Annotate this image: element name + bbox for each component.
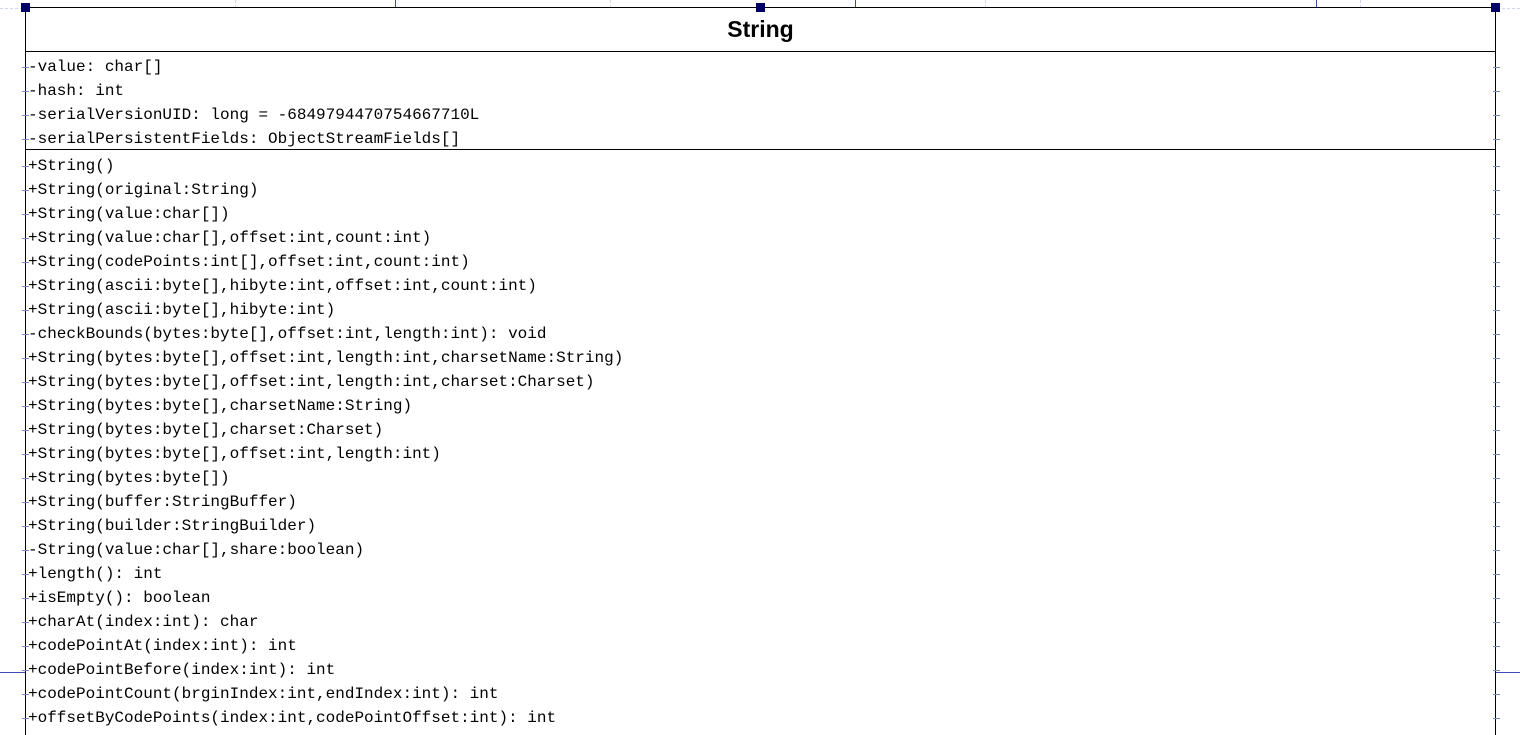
side-tick-mark (1493, 406, 1500, 407)
operation-row[interactable]: +String(bytes:byte[],offset:int,length:i… (26, 346, 1495, 370)
side-tick-mark (22, 262, 29, 263)
side-tick-mark (22, 454, 29, 455)
connector-line-left[interactable] (0, 672, 26, 673)
resize-handle-top-center[interactable] (756, 3, 765, 12)
attribute-row[interactable]: -hash: int (26, 79, 1495, 103)
side-tick-mark (1493, 238, 1500, 239)
side-tick-mark (22, 382, 29, 383)
side-tick-mark (1493, 646, 1500, 647)
operation-row[interactable]: +isEmpty(): boolean (26, 586, 1495, 610)
side-tick-mark (1493, 550, 1500, 551)
side-tick-mark (22, 286, 29, 287)
side-tick-mark (1493, 190, 1500, 191)
attributes-compartment[interactable]: -value: char[] -hash: int -serialVersionUI… (26, 52, 1495, 150)
side-tick-mark (22, 358, 29, 359)
side-tick-mark (1493, 670, 1500, 671)
side-tick-mark (22, 550, 29, 551)
side-tick-mark (1493, 454, 1500, 455)
operation-row[interactable]: +String(buffer:StringBuffer) (26, 490, 1495, 514)
side-tick-mark (1493, 526, 1500, 527)
side-tick-mark (22, 214, 29, 215)
side-tick-mark (22, 115, 29, 116)
operation-row[interactable]: +String(ascii:byte[],hibyte:int) (26, 298, 1495, 322)
side-tick-mark (1493, 430, 1500, 431)
operation-row[interactable]: -checkBounds(bytes:byte[],offset:int,len… (26, 322, 1495, 346)
side-tick-mark (1493, 67, 1500, 68)
side-tick-mark (22, 574, 29, 575)
side-tick-mark (1493, 574, 1500, 575)
side-tick-mark (1493, 286, 1500, 287)
operation-row[interactable]: +charAt(index:int): char (26, 610, 1495, 634)
side-tick-mark (22, 190, 29, 191)
side-tick-mark (22, 139, 29, 140)
side-tick-mark (22, 526, 29, 527)
side-tick-mark (22, 694, 29, 695)
operation-row[interactable]: +codePointAt(index:int): int (26, 634, 1495, 658)
operation-row[interactable]: +String(codePoints:int[],offset:int,coun… (26, 250, 1495, 274)
side-tick-mark (22, 478, 29, 479)
attribute-row[interactable]: -value: char[] (26, 55, 1495, 79)
side-tick-mark (1493, 166, 1500, 167)
side-tick-mark (1493, 358, 1500, 359)
side-tick-mark (1493, 502, 1500, 503)
side-tick-mark (1493, 139, 1500, 140)
diagram-canvas[interactable]: String -value: char[] -hash: int -serialVe… (0, 0, 1520, 735)
attribute-row[interactable]: -serialPersistentFields: ObjectStreamFie… (26, 127, 1495, 151)
operation-row[interactable]: +length(): int (26, 562, 1495, 586)
side-tick-mark (22, 718, 29, 719)
side-tick-mark (1493, 598, 1500, 599)
side-tick-mark (22, 334, 29, 335)
resize-handle-top-left[interactable] (21, 3, 30, 12)
side-tick-mark (1493, 334, 1500, 335)
operation-row[interactable]: +String(bytes:byte[],offset:int,length:i… (26, 370, 1495, 394)
operation-row[interactable]: +String() (26, 154, 1495, 178)
side-tick-mark (1493, 262, 1500, 263)
connector-line-right[interactable] (1496, 672, 1520, 673)
operation-row[interactable]: +codePointBefore(index:int): int (26, 658, 1495, 682)
side-tick-mark (22, 646, 29, 647)
operation-row[interactable]: +String(bytes:byte[],offset:int,length:i… (26, 442, 1495, 466)
operation-row[interactable]: +String(bytes:byte[],charset:Charset) (26, 418, 1495, 442)
operation-row[interactable]: +offsetByCodePoints(index:int,codePointO… (26, 706, 1495, 730)
attribute-row[interactable]: -serialVersionUID: long = -6849794470754… (26, 103, 1495, 127)
side-tick-mark (1493, 718, 1500, 719)
side-tick-mark (22, 502, 29, 503)
operation-row[interactable]: +codePointCount(brginIndex:int,endIndex:… (26, 682, 1495, 706)
operation-row[interactable]: +String(builder:StringBuilder) (26, 514, 1495, 538)
side-tick-mark (22, 598, 29, 599)
operation-row[interactable]: +String(value:char[]) (26, 202, 1495, 226)
operations-compartment[interactable]: +String() +String(original:String) +String… (26, 150, 1495, 730)
side-tick-mark (1493, 694, 1500, 695)
operation-row[interactable]: +String(bytes:byte[]) (26, 466, 1495, 490)
operation-row[interactable]: +String(ascii:byte[],hibyte:int,offset:i… (26, 274, 1495, 298)
class-name[interactable]: String (26, 8, 1495, 52)
uml-class-box[interactable]: String -value: char[] -hash: int -serialVe… (25, 7, 1496, 735)
side-tick-mark (22, 91, 29, 92)
side-tick-mark (22, 622, 29, 623)
side-tick-mark (22, 166, 29, 167)
side-tick-mark (22, 670, 29, 671)
operation-row[interactable]: -String(value:char[],share:boolean) (26, 538, 1495, 562)
operation-row[interactable]: +String(original:String) (26, 178, 1495, 202)
side-tick-mark (1493, 478, 1500, 479)
side-tick-mark (1493, 115, 1500, 116)
side-tick-mark (1493, 214, 1500, 215)
operation-row[interactable]: +String(value:char[],offset:int,count:in… (26, 226, 1495, 250)
side-tick-mark (1493, 382, 1500, 383)
side-tick-mark (1493, 310, 1500, 311)
side-tick-mark (22, 238, 29, 239)
side-tick-mark (1493, 622, 1500, 623)
side-tick-mark (1493, 91, 1500, 92)
side-tick-mark (22, 406, 29, 407)
resize-handle-top-right[interactable] (1491, 3, 1500, 12)
side-tick-mark (22, 67, 29, 68)
side-tick-mark (22, 310, 29, 311)
side-tick-mark (22, 430, 29, 431)
operation-row[interactable]: +String(bytes:byte[],charsetName:String) (26, 394, 1495, 418)
